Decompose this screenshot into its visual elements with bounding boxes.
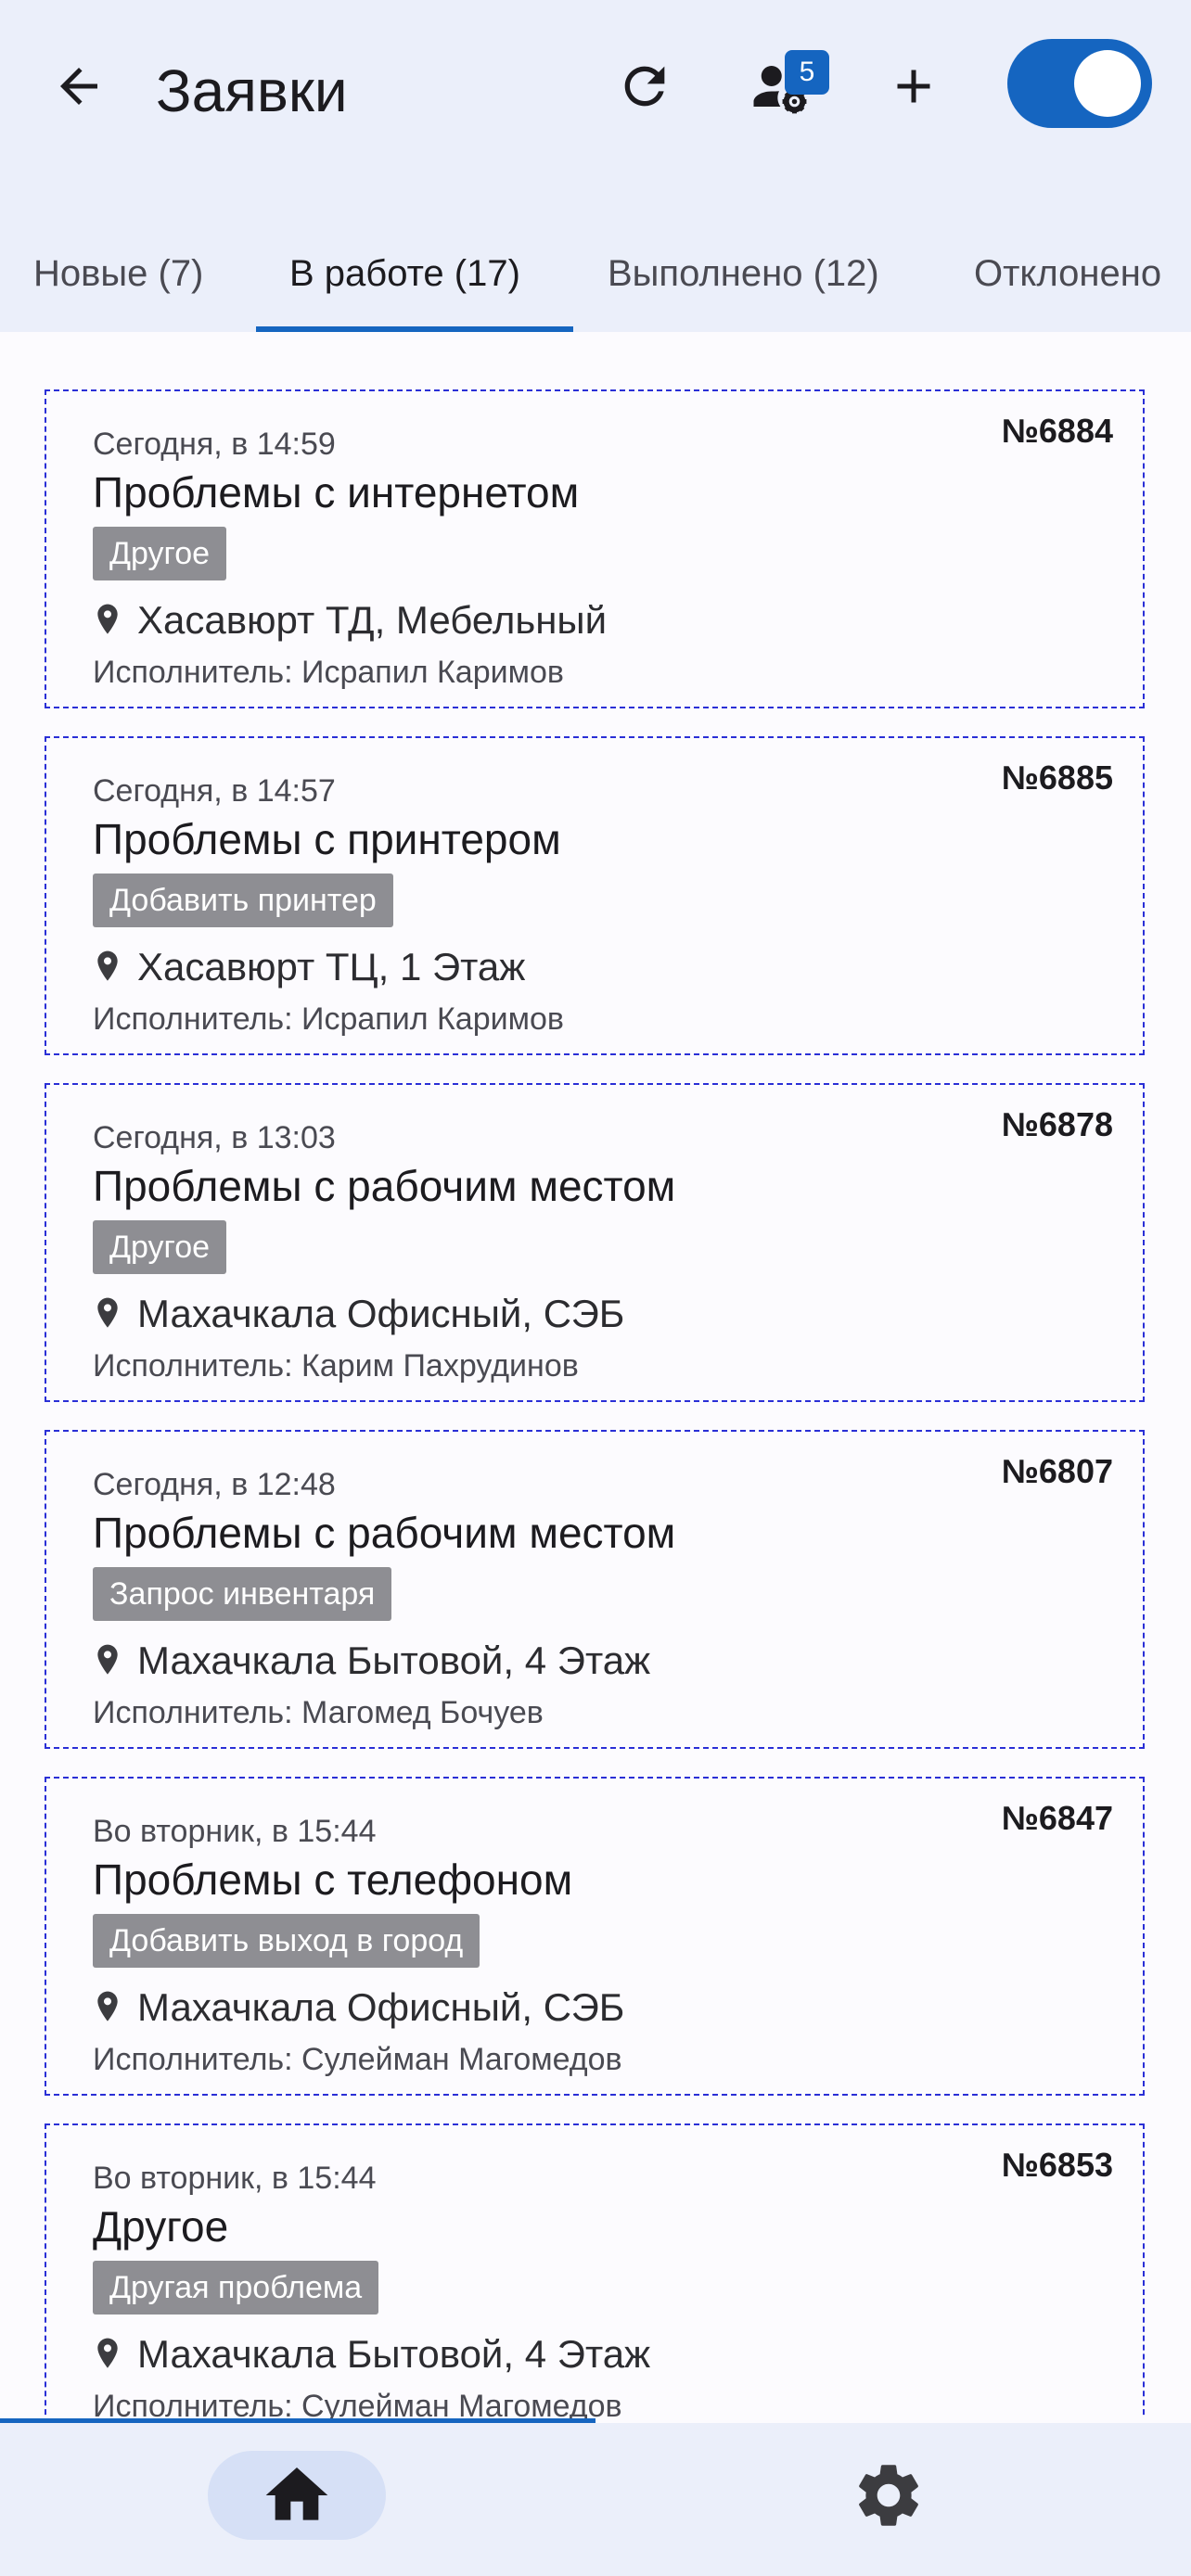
tab-rejected[interactable]: Отклонено (974, 215, 1161, 332)
refresh-icon (624, 66, 665, 107)
ticket-date: Сегодня, в 13:03 (93, 1120, 336, 1155)
ticket-card[interactable]: Сегодня, в 14:57 №6885 Проблемы с принте… (45, 736, 1145, 1055)
tab-new[interactable]: Новые (7) (33, 215, 203, 332)
ticket-category-chip: Другое (93, 527, 227, 580)
ticket-number: №6807 (1001, 1452, 1113, 1490)
back-button[interactable] (37, 45, 121, 128)
mode-toggle[interactable] (1007, 39, 1152, 128)
nav-home-button[interactable] (208, 2451, 386, 2540)
ticket-card[interactable]: Сегодня, в 12:48 №6807 Проблемы с рабочи… (45, 1430, 1145, 1749)
ticket-executor: Исполнитель: Сулейман Магомедов (93, 2042, 622, 2077)
ticket-number: №6878 (1001, 1105, 1113, 1143)
bottom-navigation (0, 2423, 1191, 2576)
app-bar: Заявки 5 Новые (7) В работе (17) Выполне… (0, 0, 1191, 332)
nav-settings-button[interactable] (844, 2451, 933, 2540)
ticket-category-chip: Добавить принтер (93, 874, 393, 927)
page-title: Заявки (156, 57, 348, 124)
ticket-location: Хасавюрт ТЦ, 1 Этаж (93, 940, 525, 994)
ticket-executor: Исполнитель: Исрапил Каримов (93, 1001, 564, 1037)
home-icon (265, 2468, 328, 2520)
location-pin-icon (97, 2338, 118, 2368)
ticket-list: Сегодня, в 14:59 №6884 Проблемы с интерн… (0, 332, 1191, 2418)
ticket-number: №6884 (1001, 412, 1113, 450)
add-button[interactable] (872, 45, 955, 128)
location-pin-icon (97, 1297, 118, 1328)
ticket-number: №6847 (1001, 1799, 1113, 1837)
location-pin-icon (97, 1644, 118, 1675)
notification-badge: 5 (785, 50, 829, 95)
ticket-executor: Исполнитель: Карим Пахрудинов (93, 1348, 579, 1384)
location-pin-icon (97, 950, 118, 981)
ticket-category-chip: Запрос инвентаря (93, 1567, 392, 1621)
ticket-category-chip: Другое (93, 1220, 227, 1274)
ticket-location: Махачкала Офисный, СЭБ (93, 1287, 624, 1341)
refresh-button[interactable] (603, 45, 686, 128)
ticket-card[interactable]: Сегодня, в 14:59 №6884 Проблемы с интерн… (45, 389, 1145, 708)
ticket-date: Сегодня, в 14:59 (93, 427, 336, 462)
tab-in-progress[interactable]: В работе (17) (289, 215, 520, 332)
ticket-category-chip: Добавить выход в город (93, 1914, 480, 1968)
ticket-location: Махачкала Бытовой, 4 Этаж (93, 2327, 650, 2381)
ticket-category-chip: Другая проблема (93, 2261, 379, 2315)
tab-done[interactable]: Выполнено (12) (608, 215, 879, 332)
ticket-location: Махачкала Офисный, СЭБ (93, 1981, 624, 2034)
ticket-card[interactable]: Во вторник, в 15:44 №6853 Другое Другая … (45, 2123, 1145, 2418)
ticket-title: Проблемы с рабочим местом (93, 1162, 676, 1210)
plus-icon (897, 70, 930, 103)
toggle-knob (1074, 50, 1141, 117)
ticket-location-text: Хасавюрт ТД, Мебельный (137, 598, 608, 642)
location-pin-icon (97, 1991, 118, 2021)
ticket-executor: Исполнитель: Исрапил Каримов (93, 655, 564, 690)
status-tabs: Новые (7) В работе (17) Выполнено (12) О… (0, 215, 1191, 332)
ticket-number: №6853 (1001, 2146, 1113, 2184)
ticket-card[interactable]: Сегодня, в 13:03 №6878 Проблемы с рабочи… (45, 1083, 1145, 1402)
ticket-executor: Исполнитель: Магомед Бочуев (93, 1695, 544, 1730)
ticket-title: Проблемы с телефоном (93, 1855, 573, 1904)
location-pin-icon (97, 604, 118, 634)
ticket-location: Махачкала Бытовой, 4 Этаж (93, 1634, 650, 1688)
ticket-executor: Исполнитель: Сулейман Магомедов (93, 2389, 622, 2418)
ticket-location-text: Махачкала Бытовой, 4 Этаж (137, 2332, 651, 2376)
ticket-number: №6885 (1001, 759, 1113, 797)
ticket-card[interactable]: Во вторник, в 15:44 №6847 Проблемы с тел… (45, 1777, 1145, 2096)
ticket-date: Сегодня, в 12:48 (93, 1467, 336, 1502)
ticket-title: Другое (93, 2202, 229, 2251)
ticket-location: Хасавюрт ТД, Мебельный (93, 593, 607, 647)
ticket-date: Во вторник, в 15:44 (93, 1814, 377, 1849)
ticket-title: Проблемы с интернетом (93, 468, 580, 516)
ticket-title: Проблемы с рабочим местом (93, 1509, 676, 1557)
ticket-date: Сегодня, в 14:57 (93, 773, 336, 809)
ticket-location-text: Махачкала Офисный, СЭБ (137, 1292, 625, 1335)
arrow-back-icon (60, 68, 97, 105)
ticket-date: Во вторник, в 15:44 (93, 2161, 377, 2196)
ticket-location-text: Махачкала Офисный, СЭБ (137, 1985, 625, 2029)
ticket-title: Проблемы с принтером (93, 815, 561, 863)
ticket-location-text: Махачкала Бытовой, 4 Этаж (137, 1639, 651, 1682)
ticket-location-text: Хасавюрт ТЦ, 1 Этаж (137, 945, 526, 988)
gear-icon (859, 2465, 918, 2526)
